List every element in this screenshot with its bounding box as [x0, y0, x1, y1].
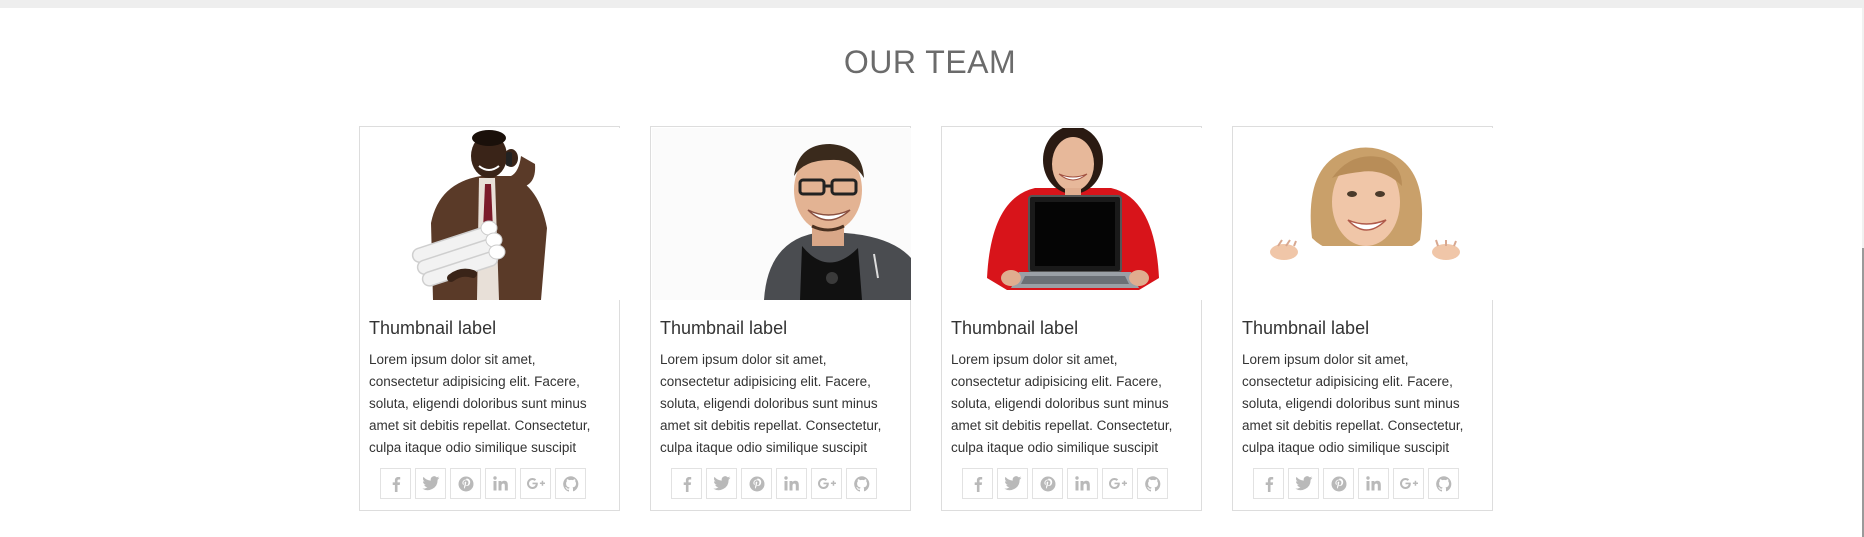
card-description: Lorem ipsum dolor sit amet, consectetur … — [951, 352, 1173, 455]
card-description: Lorem ipsum dolor sit amet, consectetur … — [1242, 352, 1464, 455]
pinterest-icon[interactable] — [450, 468, 481, 499]
smiling-man-glasses-photo — [652, 128, 911, 300]
linkedin-icon[interactable] — [1067, 468, 1098, 499]
card-title: Thumbnail label — [369, 318, 497, 338]
woman-with-laptop-photo — [943, 128, 1202, 300]
pinterest-icon[interactable] — [741, 468, 772, 499]
team-cards: Thumbnail label Lorem ipsum dolor sit am… — [359, 126, 1493, 511]
card-title: Thumbnail label — [660, 318, 788, 338]
google-plus-icon[interactable] — [1393, 468, 1424, 499]
card-title: Thumbnail label — [951, 318, 1079, 338]
facebook-icon[interactable] — [380, 468, 411, 499]
social-links — [380, 468, 586, 499]
businessman-on-phone-photo — [361, 128, 620, 300]
twitter-icon[interactable] — [706, 468, 737, 499]
twitter-icon[interactable] — [1288, 468, 1319, 499]
google-plus-icon[interactable] — [520, 468, 551, 499]
linkedin-icon[interactable] — [485, 468, 516, 499]
google-plus-icon[interactable] — [1102, 468, 1133, 499]
pinterest-icon[interactable] — [1032, 468, 1063, 499]
card-title: Thumbnail label — [1242, 318, 1370, 338]
card-description: Lorem ipsum dolor sit amet, consectetur … — [369, 352, 591, 455]
top-bar — [0, 0, 1864, 8]
team-card: Thumbnail label Lorem ipsum dolor sit am… — [359, 126, 620, 511]
social-links — [962, 468, 1168, 499]
github-icon[interactable] — [1428, 468, 1459, 499]
github-icon[interactable] — [1137, 468, 1168, 499]
linkedin-icon[interactable] — [776, 468, 807, 499]
team-card: Thumbnail label Lorem ipsum dolor sit am… — [1232, 126, 1493, 511]
facebook-icon[interactable] — [671, 468, 702, 499]
team-card: Thumbnail label Lorem ipsum dolor sit am… — [650, 126, 911, 511]
pinterest-icon[interactable] — [1323, 468, 1354, 499]
github-icon[interactable] — [846, 468, 877, 499]
card-description: Lorem ipsum dolor sit amet, consectetur … — [660, 352, 882, 455]
smiling-blonde-woman-photo — [1234, 128, 1493, 300]
twitter-icon[interactable] — [415, 468, 446, 499]
google-plus-icon[interactable] — [811, 468, 842, 499]
facebook-icon[interactable] — [962, 468, 993, 499]
facebook-icon[interactable] — [1253, 468, 1284, 499]
twitter-icon[interactable] — [997, 468, 1028, 499]
social-links — [671, 468, 877, 499]
social-links — [1253, 468, 1459, 499]
section-title: OUR TEAM — [843, 44, 1017, 80]
team-card: Thumbnail label Lorem ipsum dolor sit am… — [941, 126, 1202, 511]
github-icon[interactable] — [555, 468, 586, 499]
linkedin-icon[interactable] — [1358, 468, 1389, 499]
